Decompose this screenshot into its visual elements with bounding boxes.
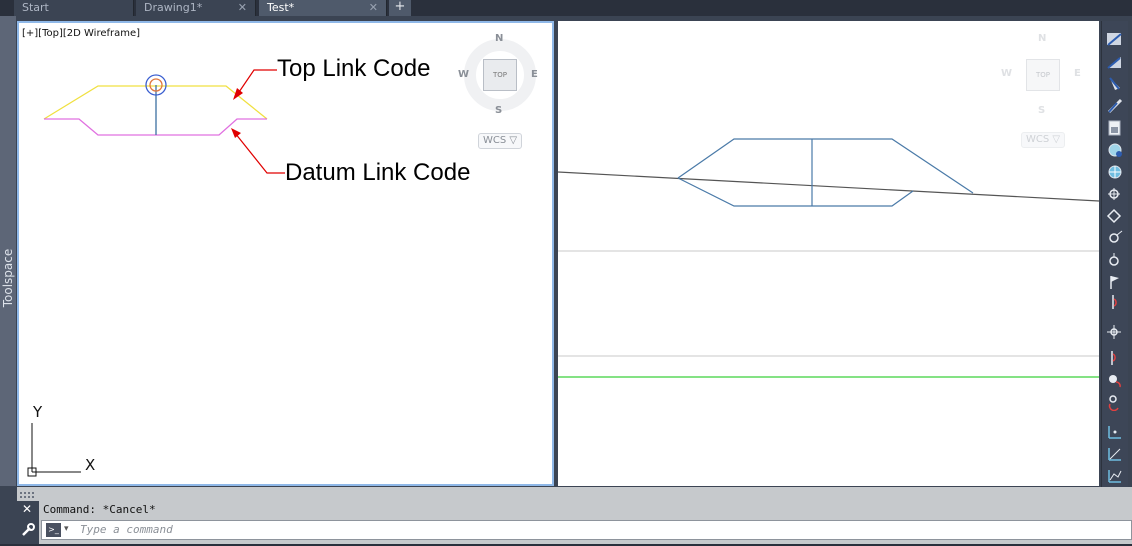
tab-drawing1[interactable]: Drawing1* ✕ — [136, 0, 256, 16]
command-input-placeholder: Type a command — [80, 523, 173, 536]
tab-label: Drawing1* — [144, 1, 203, 14]
close-icon[interactable]: ✕ — [22, 502, 32, 516]
tab-test[interactable]: Test* ✕ — [259, 0, 387, 16]
snap-point-icon[interactable] — [1105, 207, 1125, 225]
wcs-menu[interactable]: WCS ▽ — [1021, 132, 1065, 148]
toolbar-button[interactable] — [1105, 53, 1125, 71]
compass-north[interactable]: N — [1038, 33, 1046, 44]
ucs-x-label: X — [85, 456, 96, 474]
tab-label: Start — [22, 1, 49, 14]
toolbar-button[interactable] — [1105, 97, 1125, 115]
compass-south[interactable]: S — [1038, 105, 1045, 116]
toolspace-label: Toolspace — [1, 248, 15, 308]
toolbar-button[interactable] — [1105, 119, 1125, 137]
toolbar-button[interactable] — [1105, 467, 1125, 485]
ground-profile-line — [558, 171, 1099, 202]
toolbar-button[interactable] — [1105, 293, 1125, 311]
snap-point-icon[interactable] — [1105, 251, 1125, 269]
compass-north[interactable]: N — [495, 33, 503, 44]
command-input-box[interactable]: >_ ▾ Type a command — [41, 520, 1132, 540]
toolbar-button[interactable] — [1105, 393, 1125, 411]
toolbar-button[interactable] — [1105, 31, 1125, 49]
compass-east[interactable]: E — [1074, 68, 1081, 79]
close-icon[interactable]: ✕ — [369, 0, 378, 15]
compass-south[interactable]: S — [495, 105, 502, 116]
ucs-y-label: Y — [33, 403, 43, 421]
document-tab-bar: Start Drawing1* ✕ Test* ✕ + — [0, 0, 1132, 16]
osnap-toolbar — [1101, 21, 1128, 487]
toolbar-button[interactable] — [1105, 349, 1125, 367]
top-link-code-annotation: Top Link Code — [277, 55, 431, 82]
left-viewport[interactable]: [+][Top][2D Wireframe] Top Link Code Dat… — [17, 21, 554, 486]
compass-west[interactable]: W — [458, 69, 469, 80]
section-top-link — [677, 138, 974, 194]
datum-link-code-annotation: Datum Link Code — [285, 159, 471, 186]
close-icon[interactable]: ✕ — [238, 0, 247, 15]
command-line-window: ✕ Command: *Cancel* >_ ▾ Type a command — [17, 487, 1132, 546]
top-link-leader — [236, 69, 277, 96]
command-prompt-icon[interactable]: >_ — [46, 523, 61, 537]
compass-east[interactable]: E — [531, 69, 538, 80]
snap-point-icon[interactable] — [1105, 323, 1125, 341]
wcs-menu[interactable]: WCS ▽ — [478, 133, 522, 149]
new-tab-button[interactable]: + — [389, 0, 411, 16]
toolbar-button[interactable] — [1105, 273, 1125, 291]
command-history-text: Command: *Cancel* — [43, 503, 156, 516]
right-viewport[interactable]: N S W E TOP WCS ▽ — [558, 21, 1099, 486]
section-datum-link — [677, 177, 914, 207]
wrench-icon[interactable] — [21, 523, 35, 537]
command-side-panel: ✕ — [17, 501, 39, 546]
grip-handle[interactable] — [19, 491, 39, 499]
snap-point-icon[interactable] — [1105, 185, 1125, 203]
toolbar-button[interactable] — [1105, 445, 1125, 463]
toolspace-palette-strip[interactable]: Toolspace — [0, 16, 16, 486]
snap-point-icon[interactable] — [1105, 229, 1125, 247]
chevron-down-icon[interactable]: ▾ — [64, 524, 69, 534]
globe-icon[interactable] — [1105, 141, 1125, 159]
toolbar-button[interactable] — [1105, 423, 1125, 441]
tab-label: Test* — [267, 1, 295, 14]
toolbar-button[interactable] — [1105, 75, 1125, 93]
globe-icon[interactable] — [1105, 163, 1125, 181]
compass-west[interactable]: W — [1001, 68, 1012, 79]
assembly-drawing — [27, 39, 536, 477]
datum-link-arrowhead — [231, 128, 241, 138]
toolbar-button[interactable] — [1105, 371, 1125, 389]
datum-link-leader — [234, 132, 285, 174]
tab-start[interactable]: Start — [14, 0, 134, 16]
section-view-drawing — [558, 138, 1099, 378]
viewcube-top-face[interactable]: TOP — [483, 59, 517, 91]
viewcube-top-face[interactable]: TOP — [1026, 59, 1060, 91]
